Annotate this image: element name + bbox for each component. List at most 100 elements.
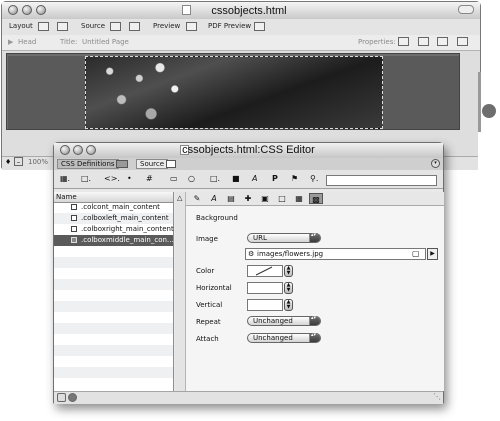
- page-properties-icon[interactable]: [398, 37, 409, 46]
- main-window-titlebar[interactable]: cssobjects.html: [2, 2, 480, 20]
- chevron-down-icon: [309, 233, 320, 242]
- eye-icon[interactable]: [68, 393, 77, 402]
- layout-icon[interactable]: [38, 22, 49, 31]
- tree-icon[interactable]: [457, 37, 468, 46]
- hash-icon[interactable]: #: [146, 174, 153, 183]
- film-icon[interactable]: [418, 37, 429, 46]
- source-split-icon[interactable]: [129, 22, 140, 31]
- font-tab-icon[interactable]: A: [207, 193, 221, 204]
- view-toolbar: Layout Source Preview PDF Preview: [2, 19, 480, 36]
- color-picker-stepper[interactable]: ▲ ▼: [284, 265, 293, 277]
- resize-grip-icon[interactable]: ⋱: [433, 392, 441, 401]
- repeat-label: Repeat: [196, 318, 221, 326]
- box-tab-icon[interactable]: ▣: [258, 193, 272, 204]
- image-path-field[interactable]: ⚙ images/flowers.jpg: [245, 248, 426, 260]
- search-input[interactable]: [326, 175, 437, 186]
- head-bar: ▶ Head Title: Untitled Page Properties:: [2, 35, 480, 51]
- chevron-down-icon: [309, 316, 320, 325]
- list-tab-icon[interactable]: ▦: [292, 193, 306, 204]
- paragraph-icon[interactable]: P: [272, 174, 278, 183]
- partial-dot: [482, 104, 496, 118]
- source-tab[interactable]: Source: [81, 22, 105, 30]
- layout-grid-icon[interactable]: [57, 22, 68, 31]
- tab-css-definitions[interactable]: CSS Definitions: [57, 159, 119, 169]
- css-editor-title: cssobjects.html:CSS Editor: [182, 144, 315, 156]
- horizontal-field[interactable]: [247, 282, 283, 294]
- left-column-box[interactable]: [8, 56, 86, 129]
- background-tab-icon[interactable]: ▤: [224, 193, 238, 204]
- new-style-icon[interactable]: ▦.: [60, 174, 70, 183]
- repeat-value: Unchanged: [253, 317, 293, 325]
- flag-icon[interactable]: ⚑: [291, 174, 298, 183]
- gear-icon: ⚙: [248, 250, 255, 258]
- page-title-field[interactable]: Untitled Page: [82, 38, 129, 46]
- image-type-select[interactable]: URL: [247, 233, 321, 243]
- right-column-box[interactable]: [381, 56, 459, 129]
- source-tab-icon[interactable]: [166, 160, 176, 168]
- comment-icon[interactable]: ○: [188, 174, 195, 183]
- zoom-level[interactable]: 100%: [28, 158, 48, 166]
- list-item[interactable]: .colcont_main_content: [54, 202, 173, 213]
- pdf-preview-tab[interactable]: PDF Preview: [208, 22, 251, 30]
- color-swatch-field[interactable]: [247, 265, 283, 277]
- empty-row: [54, 345, 173, 356]
- folder-icon[interactable]: ▭: [170, 174, 178, 183]
- properties-label: Properties:: [358, 38, 396, 46]
- horizontal-stepper[interactable]: ▲ ▼: [284, 282, 293, 294]
- source-icon[interactable]: [110, 22, 121, 31]
- path-menu-arrow-icon[interactable]: ▶: [427, 248, 438, 260]
- add-style-button[interactable]: [57, 393, 66, 402]
- flowers-background-image[interactable]: [85, 56, 383, 129]
- repeat-select[interactable]: Unchanged: [247, 316, 321, 326]
- definitions-tab-icon[interactable]: [116, 160, 128, 168]
- style-item-icon: [71, 215, 77, 221]
- code-icon[interactable]: <>.: [104, 174, 120, 183]
- toolbar-toggle-button[interactable]: [458, 5, 474, 14]
- css-editor-window: cssobjects.html:CSS Editor CSS Definitio…: [53, 142, 444, 404]
- background-section-title: Background: [196, 214, 238, 222]
- head-disclosure-icon[interactable]: ▶: [8, 38, 13, 46]
- vertical-field[interactable]: [247, 299, 283, 311]
- empty-row: [54, 323, 173, 334]
- list-item[interactable]: .colboxleft_main_content: [54, 213, 173, 224]
- empty-row: [54, 279, 173, 290]
- property-category-tabs: ✎ A ▤ ✚ ▣ □ ▦ ▩: [186, 192, 444, 206]
- css-icon[interactable]: [437, 37, 448, 46]
- position-tab-icon[interactable]: ✚: [241, 193, 255, 204]
- style-item-icon: [71, 237, 77, 243]
- preview-icon[interactable]: [186, 22, 197, 31]
- head-label[interactable]: Head: [18, 38, 36, 46]
- warning-icon: △: [177, 194, 183, 202]
- zoom-stepper[interactable]: ♦: [5, 158, 11, 166]
- vertical-stepper[interactable]: ▲ ▼: [284, 299, 293, 311]
- css-editor-titlebar[interactable]: cssobjects.html:CSS Editor: [54, 143, 443, 159]
- style-item-icon: [71, 226, 77, 232]
- name-column-label: Name: [56, 193, 77, 201]
- image-type-value: URL: [253, 234, 267, 242]
- partial-background-window: [478, 72, 500, 192]
- tab-source[interactable]: Source: [136, 159, 169, 169]
- empty-row: [54, 257, 173, 268]
- extensions-tab-icon[interactable]: ▩: [309, 193, 323, 204]
- browse-file-icon[interactable]: ▢: [412, 249, 420, 259]
- new-file-icon[interactable]: □.: [81, 174, 91, 183]
- layout-tab[interactable]: Layout: [9, 22, 33, 30]
- italic-icon[interactable]: A: [252, 174, 257, 183]
- pencil-icon[interactable]: ✎: [190, 193, 204, 204]
- box-icon[interactable]: ■: [232, 174, 240, 183]
- zoom-out-button[interactable]: –: [14, 157, 23, 166]
- options-menu-icon[interactable]: ▾: [431, 159, 440, 168]
- empty-row: [54, 367, 173, 378]
- list-item[interactable]: .colboxright_main_content: [54, 224, 174, 235]
- dot-icon[interactable]: •: [127, 174, 132, 183]
- pdf-icon[interactable]: [254, 22, 265, 31]
- split-divider[interactable]: △: [175, 192, 186, 391]
- list-item-label: .colboxleft_main_content: [81, 214, 169, 222]
- import-icon[interactable]: □.: [210, 174, 220, 183]
- list-item-selected[interactable]: .colboxmiddle_main_con…: [54, 235, 174, 246]
- search-icon[interactable]: ⚲.: [310, 174, 318, 183]
- preview-tab[interactable]: Preview: [153, 22, 180, 30]
- definitions-list: Name .colcont_main_content .colboxleft_m…: [54, 192, 174, 391]
- attach-select[interactable]: Unchanged: [247, 333, 321, 343]
- border-tab-icon[interactable]: □: [275, 193, 289, 204]
